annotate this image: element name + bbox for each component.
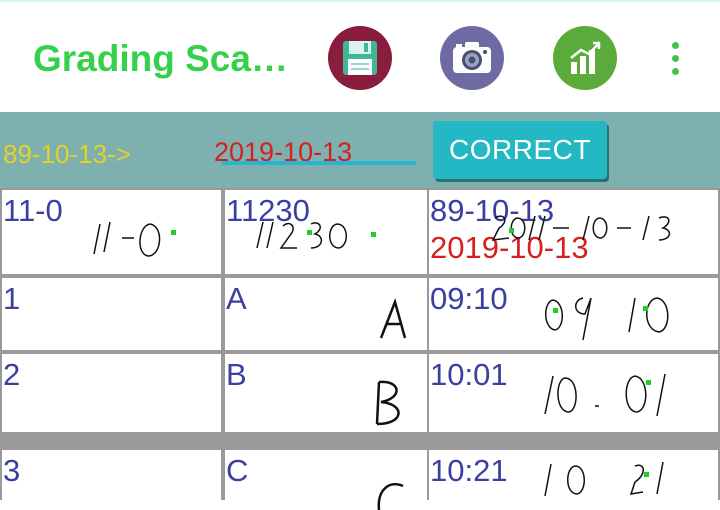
cell-value: 3 xyxy=(3,453,21,488)
cell-value: C xyxy=(226,453,249,488)
cell-value: A xyxy=(226,281,247,316)
table-cell[interactable]: 1 xyxy=(2,278,221,350)
handwriting-image xyxy=(375,380,400,426)
table-cell[interactable]: A xyxy=(225,278,427,350)
table-cell[interactable]: 3 xyxy=(2,450,221,510)
camera-icon xyxy=(453,42,491,73)
correct-button[interactable]: CORRECT xyxy=(433,121,607,179)
table-cell[interactable]: 11-0 xyxy=(2,190,221,274)
table-cell[interactable]: 10:01 xyxy=(429,354,718,432)
answer-grid: 11-0 11230 89-10-13 2019-10-13 1 A 09:10 xyxy=(0,188,720,510)
handwriting-image xyxy=(544,461,664,497)
cell-value: 11230 xyxy=(226,193,310,228)
table-cell[interactable]: C xyxy=(225,450,427,510)
cell-value: 2 xyxy=(3,357,21,392)
camera-button[interactable] xyxy=(440,26,504,90)
table-cell[interactable]: B xyxy=(225,354,427,432)
cell-value: 10:21 xyxy=(430,453,508,488)
app-title: Grading Sca… xyxy=(33,38,288,79)
handwriting-image xyxy=(377,483,404,510)
cell-value: 11-0 xyxy=(3,193,63,228)
cell-value: B xyxy=(226,357,247,392)
input-underline xyxy=(222,161,416,165)
table-cell[interactable]: 09:10 xyxy=(429,278,718,350)
cell-value: 09:10 xyxy=(430,281,508,316)
cell-value: 89-10-13 xyxy=(430,193,555,228)
app-bar: Grading Sca… xyxy=(0,0,720,112)
handwriting-image xyxy=(93,221,161,257)
statistics-button[interactable] xyxy=(553,26,617,90)
handwriting-image xyxy=(544,373,666,417)
table-cell[interactable]: 2 xyxy=(2,354,221,432)
bar-chart-icon xyxy=(570,41,601,74)
cell-value: 1 xyxy=(3,281,21,316)
handwriting-image xyxy=(379,298,407,339)
table-cell[interactable]: 10:21 xyxy=(429,450,718,510)
overflow-menu-icon[interactable] xyxy=(664,40,688,78)
floppy-disk-icon xyxy=(343,41,377,75)
cell-value: 10:01 xyxy=(430,357,508,392)
handwriting-image xyxy=(545,297,669,341)
correction-bar: 89-10-13-> 2019-10-13 CORRECT xyxy=(0,112,720,188)
source-date-label: 89-10-13-> xyxy=(3,139,131,169)
table-cell[interactable]: 11230 xyxy=(225,190,427,274)
table-cell[interactable]: 89-10-13 2019-10-13 xyxy=(429,190,718,274)
save-button[interactable] xyxy=(328,26,392,90)
correction-value: 2019-10-13 xyxy=(430,230,589,265)
